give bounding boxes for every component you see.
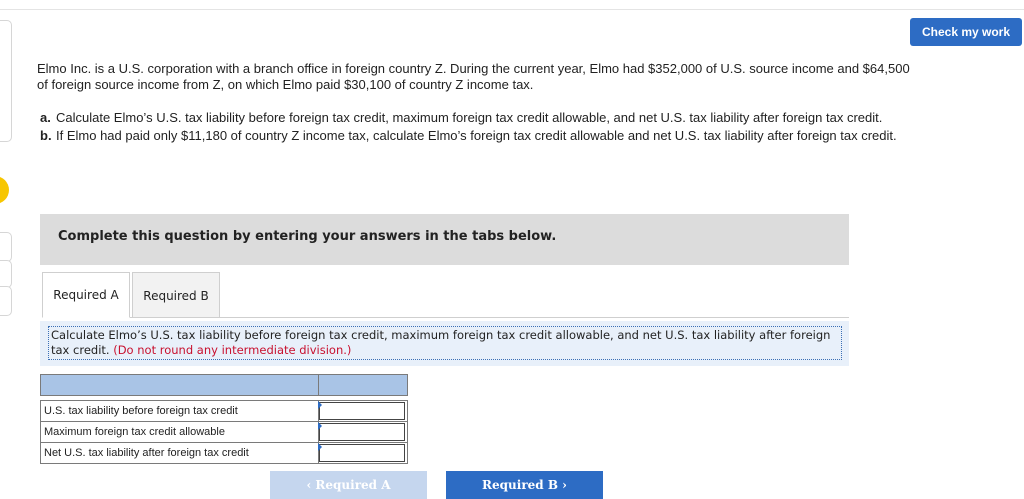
answer-cell <box>318 442 408 464</box>
question-intro: Elmo Inc. is a U.S. corporation with a b… <box>37 61 910 92</box>
side-tool-3[interactable] <box>0 286 12 316</box>
question-part-b: b. If Elmo had paid only $11,180 of coun… <box>40 128 910 144</box>
tab-instruction-note: (Do not round any intermediate division.… <box>113 343 352 357</box>
check-my-work-button[interactable]: Check my work <box>910 18 1022 46</box>
entry-marker-icon <box>318 401 322 409</box>
answer-table: U.S. tax liability before foreign tax cr… <box>40 374 408 464</box>
side-indicator-dot <box>0 176 9 204</box>
part-label: b. <box>40 128 52 143</box>
side-tool-2[interactable] <box>0 260 12 288</box>
table-header-cell <box>318 374 408 396</box>
table-row: Net U.S. tax liability after foreign tax… <box>40 442 408 464</box>
table-row: Maximum foreign tax credit allowable <box>40 421 408 443</box>
row-label: U.S. tax liability before foreign tax cr… <box>40 400 319 422</box>
entry-marker-icon <box>318 443 322 451</box>
part-label: a. <box>40 110 51 125</box>
side-tool-1[interactable] <box>0 232 12 262</box>
row-label: Net U.S. tax liability after foreign tax… <box>40 442 319 464</box>
answer-cell <box>318 421 408 443</box>
instructions-banner-text: Complete this question by entering your … <box>58 229 557 244</box>
net-us-tax-after-ftc-input[interactable] <box>319 444 405 462</box>
table-header-cell <box>40 374 319 396</box>
entry-marker-icon <box>318 422 322 430</box>
next-tab-button[interactable]: Required B › <box>446 471 603 499</box>
tab-divider <box>42 317 849 318</box>
table-row: U.S. tax liability before foreign tax cr… <box>40 400 408 422</box>
previous-tab-button[interactable]: ‹ Required A <box>270 471 427 499</box>
max-ftc-allowable-input[interactable] <box>319 423 405 441</box>
question-part-a: a. Calculate Elmo’s U.S. tax liability b… <box>40 110 910 126</box>
part-text: Calculate Elmo’s U.S. tax liability befo… <box>56 110 883 125</box>
tab-instruction: Calculate Elmo’s U.S. tax liability befo… <box>48 326 842 360</box>
row-label: Maximum foreign tax credit allowable <box>40 421 319 443</box>
us-tax-before-ftc-input[interactable] <box>319 402 405 420</box>
tab-required-a[interactable]: Required A <box>42 272 130 318</box>
top-divider <box>0 9 1024 10</box>
table-header-row <box>40 374 408 396</box>
tab-required-b[interactable]: Required B <box>132 272 220 318</box>
answer-cell <box>318 400 408 422</box>
part-text: If Elmo had paid only $11,180 of country… <box>56 128 897 143</box>
question-parts: a. Calculate Elmo’s U.S. tax liability b… <box>40 110 910 146</box>
side-panel-tab[interactable] <box>0 20 12 142</box>
